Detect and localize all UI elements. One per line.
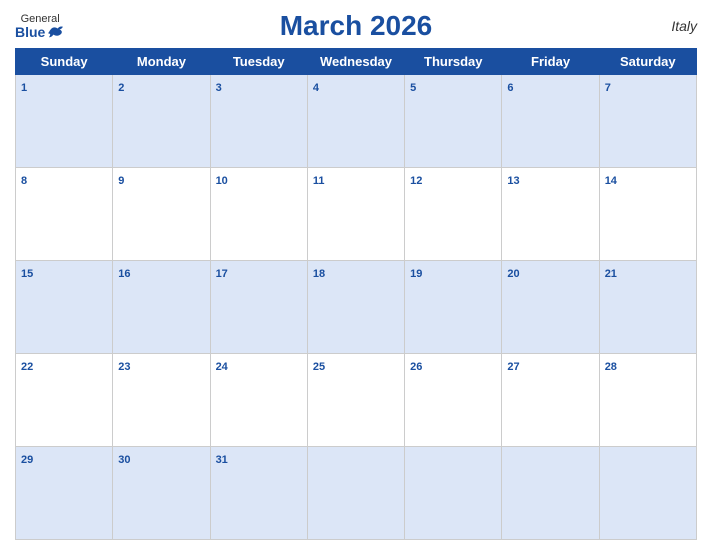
calendar-row: 8 9 10 11 12 13 14	[16, 168, 697, 261]
logo: General Blue	[15, 14, 65, 39]
calendar-cell: 22	[16, 354, 113, 447]
day-number: 10	[216, 175, 228, 187]
col-monday: Monday	[113, 49, 210, 75]
day-number: 2	[118, 82, 124, 94]
day-number: 9	[118, 175, 124, 187]
day-number: 18	[313, 268, 325, 280]
calendar-row: 1 2 3 4 5 6 7	[16, 75, 697, 168]
calendar-cell: 5	[405, 75, 502, 168]
calendar-cell: 25	[307, 354, 404, 447]
day-number: 17	[216, 268, 228, 280]
day-number: 11	[313, 175, 325, 187]
calendar-cell: 8	[16, 168, 113, 261]
day-number: 20	[507, 268, 519, 280]
day-number: 7	[605, 82, 611, 94]
day-number: 28	[605, 361, 617, 373]
calendar-cell	[405, 447, 502, 540]
calendar-cell: 15	[16, 261, 113, 354]
calendar-cell: 9	[113, 168, 210, 261]
calendar-cell	[502, 447, 599, 540]
day-number: 29	[21, 454, 33, 466]
calendar-cell: 29	[16, 447, 113, 540]
col-thursday: Thursday	[405, 49, 502, 75]
calendar-cell: 19	[405, 261, 502, 354]
col-saturday: Saturday	[599, 49, 696, 75]
calendar-cell: 4	[307, 75, 404, 168]
weekday-header-row: Sunday Monday Tuesday Wednesday Thursday…	[16, 49, 697, 75]
col-wednesday: Wednesday	[307, 49, 404, 75]
calendar-header: General Blue March 2026 Italy	[15, 10, 697, 42]
calendar-cell: 30	[113, 447, 210, 540]
calendar-cell: 31	[210, 447, 307, 540]
col-friday: Friday	[502, 49, 599, 75]
day-number: 27	[507, 361, 519, 373]
day-number: 19	[410, 268, 422, 280]
day-number: 23	[118, 361, 130, 373]
day-number: 8	[21, 175, 27, 187]
calendar-cell: 13	[502, 168, 599, 261]
logo-general-text: General	[21, 14, 60, 25]
calendar-cell: 7	[599, 75, 696, 168]
col-tuesday: Tuesday	[210, 49, 307, 75]
day-number: 3	[216, 82, 222, 94]
calendar-cell: 1	[16, 75, 113, 168]
calendar-cell: 12	[405, 168, 502, 261]
calendar-cell: 27	[502, 354, 599, 447]
day-number: 12	[410, 175, 422, 187]
day-number: 13	[507, 175, 519, 187]
calendar-cell: 6	[502, 75, 599, 168]
day-number: 22	[21, 361, 33, 373]
calendar-cell: 3	[210, 75, 307, 168]
page-title: March 2026	[280, 10, 433, 42]
day-number: 6	[507, 82, 513, 94]
day-number: 1	[21, 82, 27, 94]
calendar-cell: 16	[113, 261, 210, 354]
calendar-cell: 28	[599, 354, 696, 447]
calendar-cell: 10	[210, 168, 307, 261]
day-number: 25	[313, 361, 325, 373]
calendar-cell: 21	[599, 261, 696, 354]
calendar-cell: 23	[113, 354, 210, 447]
calendar-row: 15 16 17 18 19 20 21	[16, 261, 697, 354]
col-sunday: Sunday	[16, 49, 113, 75]
day-number: 16	[118, 268, 130, 280]
calendar-cell	[307, 447, 404, 540]
day-number: 24	[216, 361, 228, 373]
calendar-cell: 20	[502, 261, 599, 354]
calendar-cell: 24	[210, 354, 307, 447]
day-number: 30	[118, 454, 130, 466]
day-number: 26	[410, 361, 422, 373]
calendar-row: 29 30 31	[16, 447, 697, 540]
calendar-row: 22 23 24 25 26 27 28	[16, 354, 697, 447]
calendar-cell: 11	[307, 168, 404, 261]
day-number: 4	[313, 82, 319, 94]
calendar-table: Sunday Monday Tuesday Wednesday Thursday…	[15, 48, 697, 540]
calendar-cell: 2	[113, 75, 210, 168]
logo-blue-text: Blue	[15, 25, 65, 39]
calendar-cell: 26	[405, 354, 502, 447]
day-number: 15	[21, 268, 33, 280]
day-number: 21	[605, 268, 617, 280]
day-number: 31	[216, 454, 228, 466]
country-label: Italy	[671, 18, 697, 34]
calendar-cell: 14	[599, 168, 696, 261]
calendar-cell: 18	[307, 261, 404, 354]
calendar-cell	[599, 447, 696, 540]
day-number: 14	[605, 175, 617, 187]
logo-bird-icon	[47, 25, 65, 39]
day-number: 5	[410, 82, 416, 94]
calendar-cell: 17	[210, 261, 307, 354]
